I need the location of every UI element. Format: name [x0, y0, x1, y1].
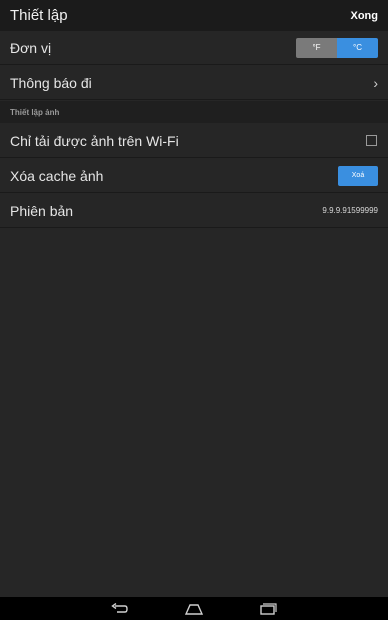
system-nav-bar	[0, 597, 388, 620]
clear-cache-row: Xóa cache ảnh Xoá	[0, 159, 388, 193]
wifi-only-label: Chỉ tải được ảnh trên Wi-Fi	[10, 132, 179, 149]
back-icon[interactable]	[109, 602, 131, 616]
version-value: 9.9.9.91599999	[322, 206, 378, 215]
home-icon[interactable]	[183, 602, 205, 616]
version-row: Phiên bản 9.9.9.91599999	[0, 194, 388, 228]
fahrenheit-option[interactable]: °F	[296, 37, 337, 58]
version-label: Phiên bản	[10, 202, 74, 219]
clear-cache-button[interactable]: Xoá	[338, 165, 378, 186]
units-label: Đơn vị	[10, 39, 52, 56]
recents-icon[interactable]	[257, 602, 279, 616]
units-toggle: °F °C	[296, 37, 378, 58]
wifi-only-row[interactable]: Chỉ tải được ảnh trên Wi-Fi	[0, 124, 388, 158]
header-bar: Thiết lập Xong	[0, 0, 388, 31]
wifi-only-checkbox[interactable]	[366, 135, 377, 146]
notifications-row[interactable]: Thông báo đi ›	[0, 66, 388, 100]
units-row: Đơn vị °F °C	[0, 31, 388, 65]
clear-cache-label: Xóa cache ảnh	[10, 167, 104, 184]
done-button[interactable]: Xong	[351, 10, 379, 22]
chevron-right-icon: ›	[373, 74, 378, 91]
image-settings-header: Thiết lập ảnh	[0, 101, 388, 123]
page-title: Thiết lập	[10, 7, 68, 24]
celsius-option[interactable]: °C	[337, 37, 378, 58]
notifications-label: Thông báo đi	[10, 74, 92, 91]
